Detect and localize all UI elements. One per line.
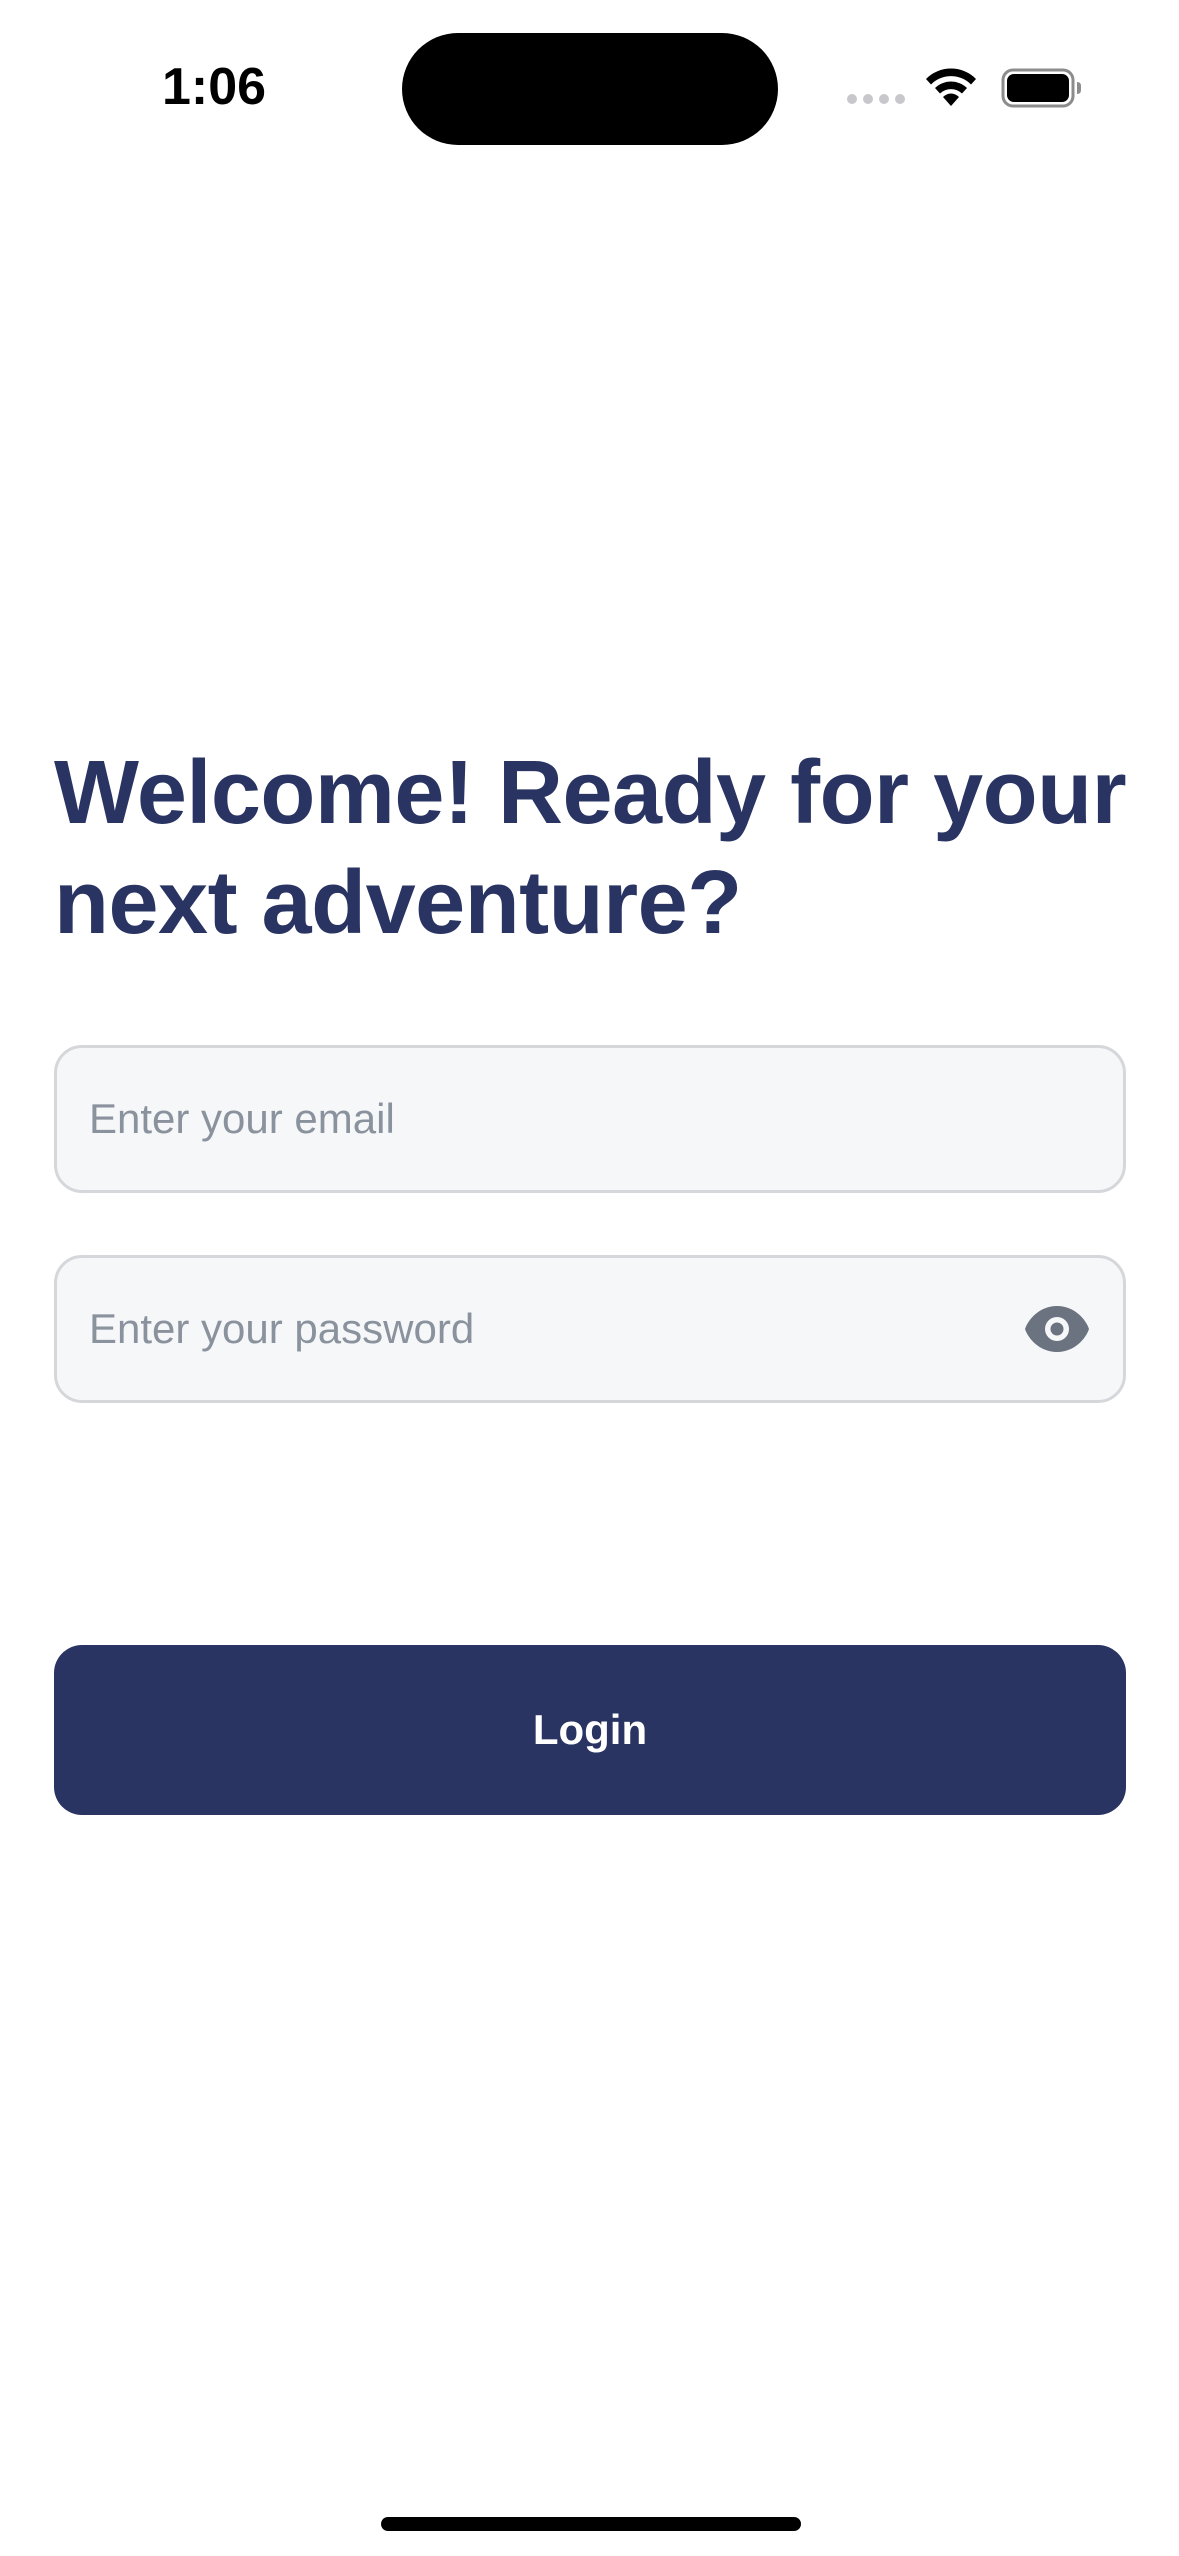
email-field[interactable]	[89, 1048, 989, 1190]
home-indicator	[381, 2517, 801, 2531]
login-button[interactable]: Login	[54, 1645, 1126, 1815]
password-field-container[interactable]	[54, 1255, 1126, 1403]
dynamic-island	[402, 33, 778, 145]
email-field-container[interactable]	[54, 1045, 1126, 1193]
password-field[interactable]	[89, 1258, 989, 1400]
status-time: 1:06	[162, 58, 267, 116]
wifi-icon	[926, 68, 976, 106]
signal-dots-icon	[847, 94, 905, 104]
page-title: Welcome! Ready for your next adventure?	[54, 743, 1127, 953]
battery-icon	[1001, 68, 1081, 108]
eye-icon[interactable]	[1023, 1302, 1091, 1356]
